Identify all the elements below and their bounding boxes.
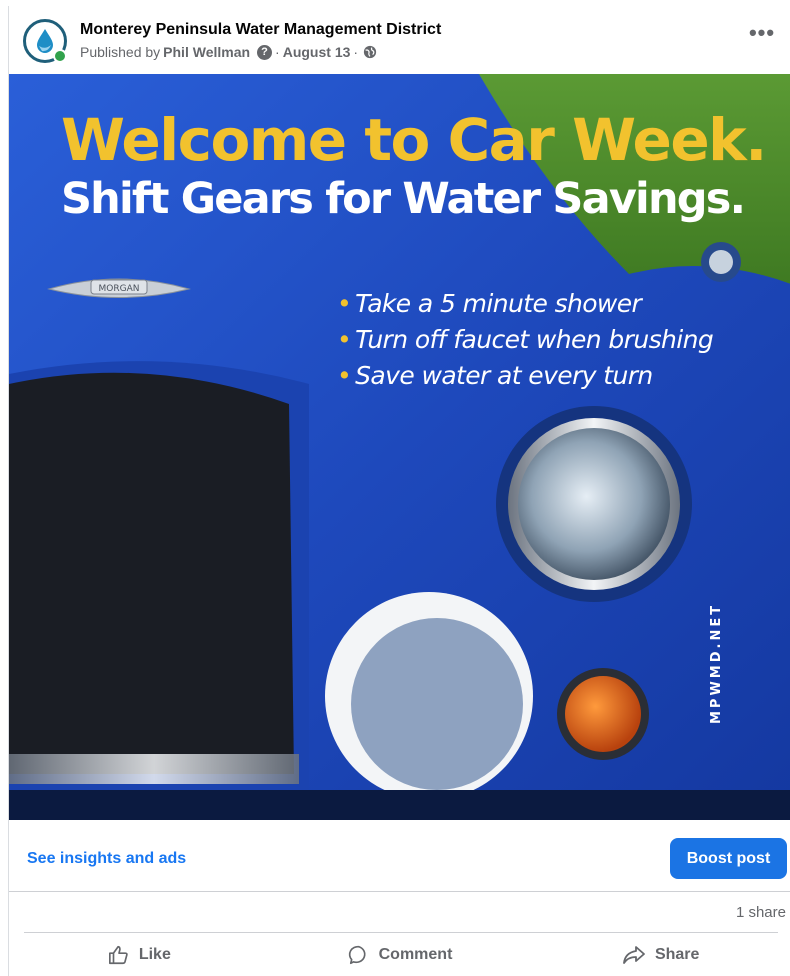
image-bullet: • Take a 5 minute shower [337,289,642,318]
meta-separator: · [275,44,280,60]
thumbs-up-icon [108,945,128,965]
image-bullet-list: • Take a 5 minute shower • Turn off faucet… [337,286,714,394]
see-insights-link[interactable]: See insights and ads [27,850,186,868]
author-name[interactable]: Phil Wellman [163,44,250,60]
action-bar: Like Comment Share [9,934,790,976]
post-meta: Published by Phil Wellman ? · August 13 … [80,44,377,60]
post-date[interactable]: August 13 [283,44,351,60]
comment-bubble-icon [348,945,366,965]
action-divider [24,932,778,933]
post-card: Monterey Peninsula Water Management Dist… [8,6,790,976]
image-subhead: Shift Gears for Water Savings. [61,174,746,224]
image-bullet: • Turn off faucet when brushing [337,325,714,354]
image-headline: Welcome to Car Week. [61,106,767,174]
insights-row: See insights and ads Boost post [9,820,790,892]
post-image[interactable]: MORGAN Welcome to Car Week. Shift Gears … [9,74,790,820]
globe-icon[interactable] [363,45,377,59]
post-header: Monterey Peninsula Water Management Dist… [9,6,790,74]
meta-separator-2: · [353,44,359,60]
more-options-button[interactable]: ••• [747,22,777,50]
image-bullet: • Save water at every turn [337,361,653,390]
boost-post-button[interactable]: Boost post [670,838,787,879]
online-status-dot [53,49,67,63]
comment-button[interactable]: Comment [270,934,531,976]
share-arrow-icon [623,946,645,964]
published-by-label: Published by [80,44,161,60]
page-name[interactable]: Monterey Peninsula Water Management Dist… [80,21,441,39]
page-avatar[interactable] [23,19,67,63]
image-watermark: MPWMD.NET [709,602,724,724]
question-icon[interactable]: ? [257,44,273,60]
share-button[interactable]: Share [530,934,790,976]
like-label: Like [138,946,171,963]
share-label: Share [654,946,700,963]
comment-label: Comment [378,946,453,963]
car-badge-text: MORGAN [99,284,140,294]
share-count[interactable]: 1 share [736,904,786,921]
like-button[interactable]: Like [9,934,270,976]
